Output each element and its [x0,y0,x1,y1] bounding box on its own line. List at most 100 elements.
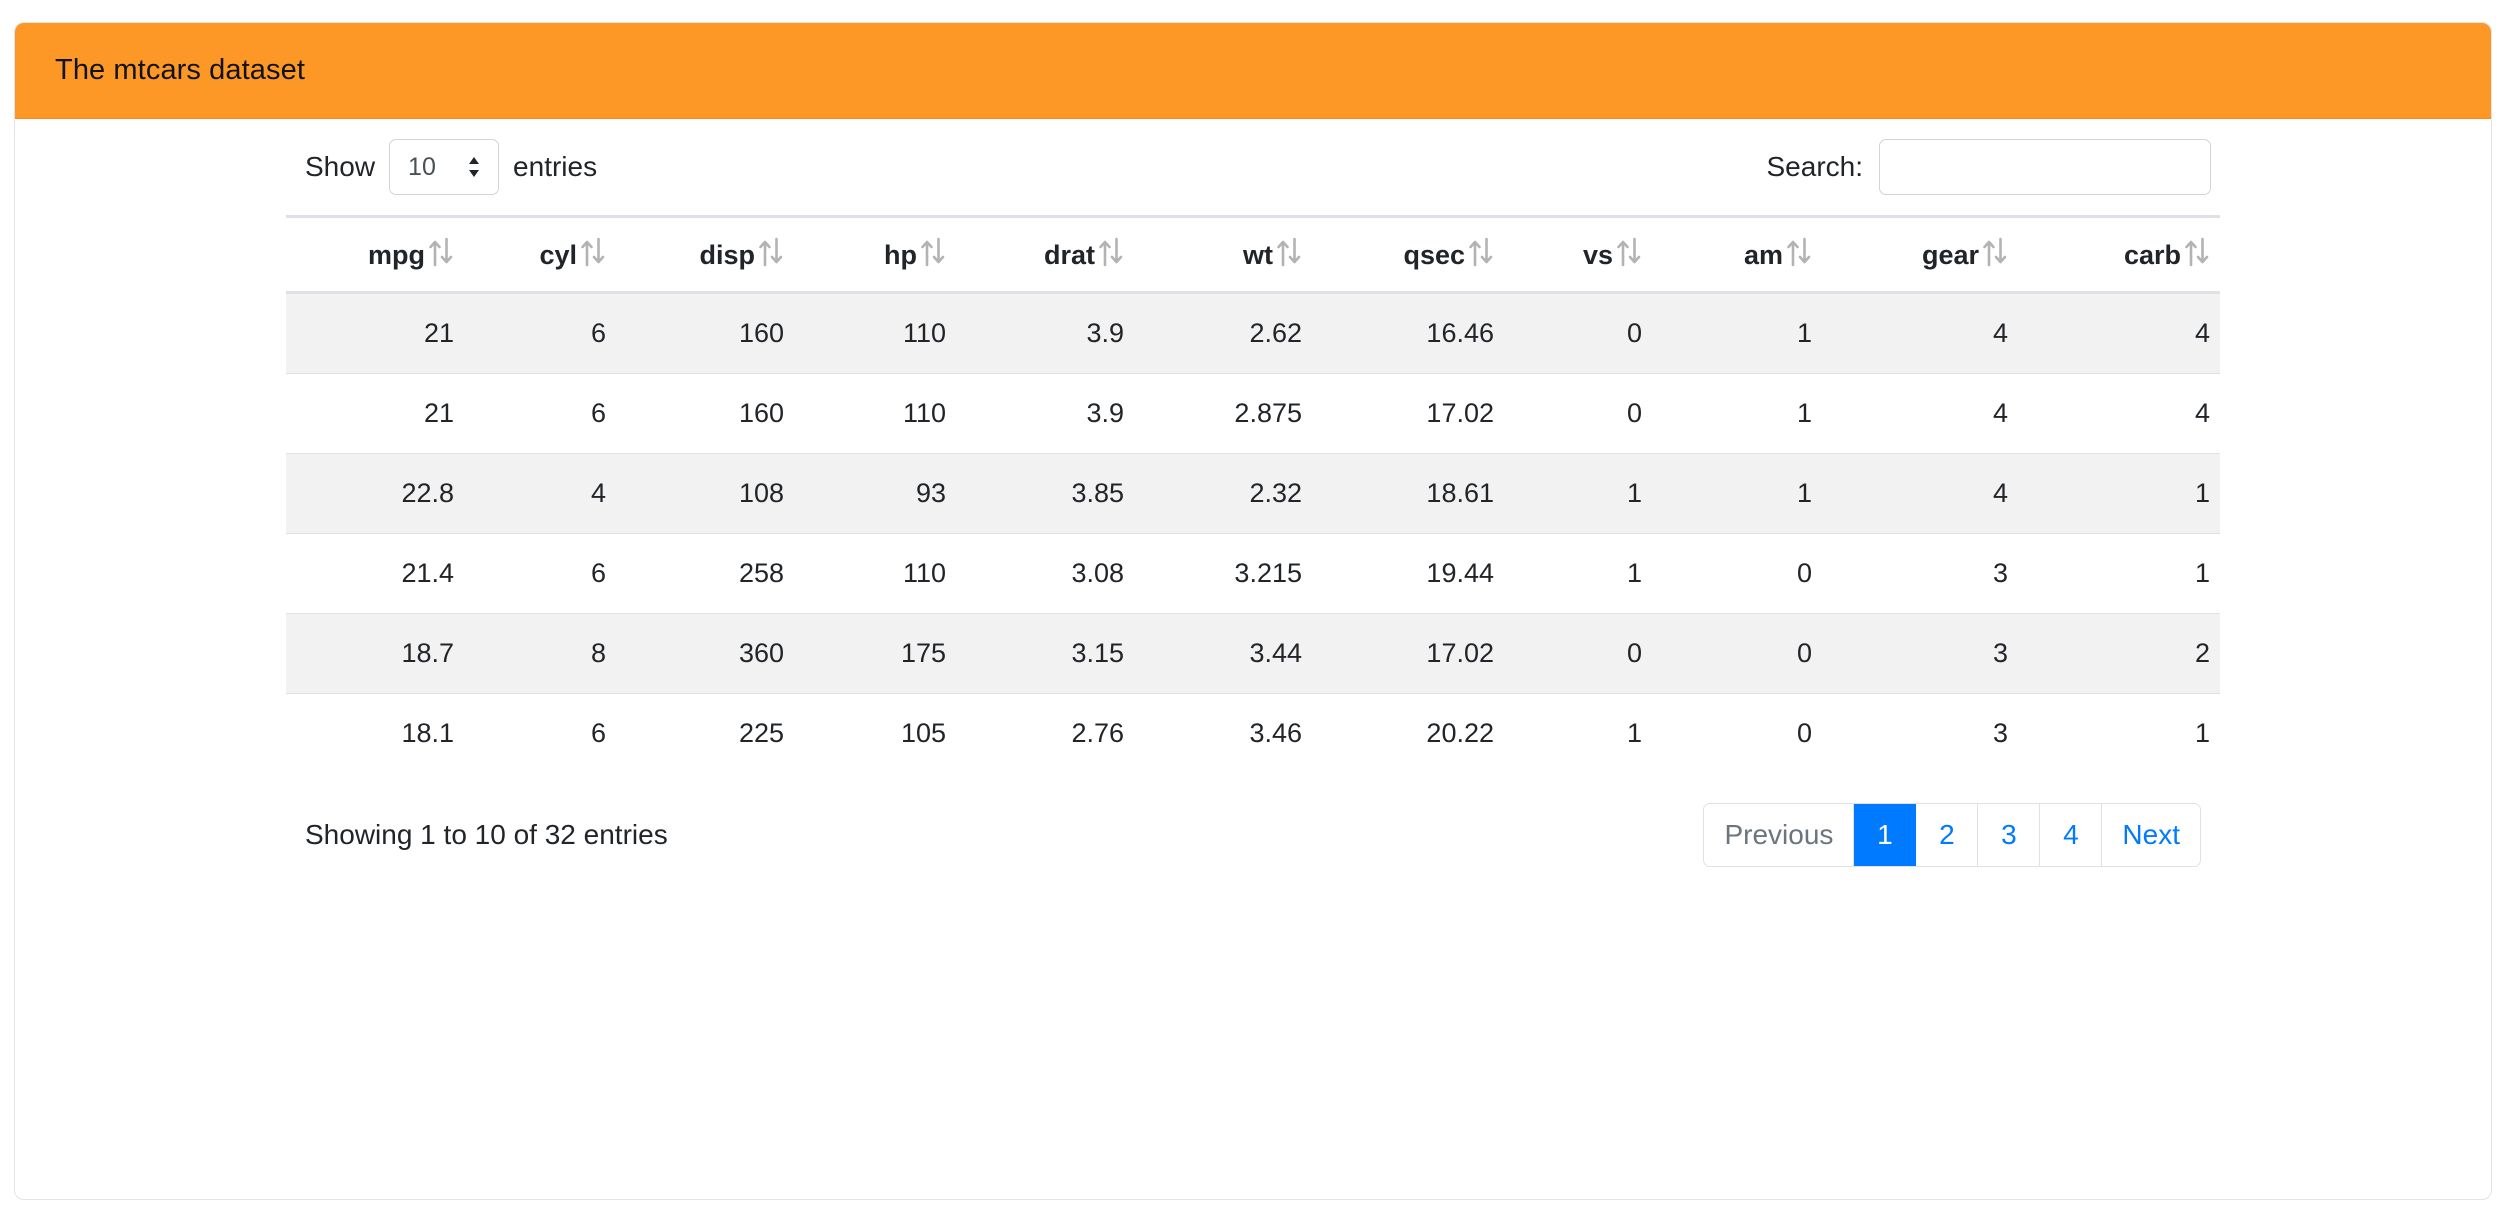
cell-qsec: 17.02 [1312,373,1504,454]
column-label: hp [884,240,917,270]
table-row[interactable]: 22.8 4 108 93 3.85 2.32 18.61 1 1 4 1 [286,453,2220,534]
table-row[interactable]: 21 6 160 110 3.9 2.62 16.46 0 1 4 4 [286,292,2220,374]
column-header-vs[interactable]: vs [1504,215,1652,294]
pagination-next[interactable]: Next [2102,804,2200,866]
column-label: disp [699,240,755,270]
column-header-drat[interactable]: drat [956,215,1134,294]
cell-qsec: 20.22 [1312,693,1504,773]
search-label: Search: [1766,151,1864,182]
table-row[interactable]: 18.7 8 360 175 3.15 3.44 17.02 0 0 3 2 [286,613,2220,694]
pagination-previous[interactable]: Previous [1704,804,1855,866]
table-row[interactable]: 18.1 6 225 105 2.76 3.46 20.22 1 0 3 1 [286,693,2220,773]
search-input[interactable] [1879,139,2211,195]
cell-drat: 3.15 [956,613,1134,694]
cell-vs: 0 [1504,292,1652,374]
datatable-footer: Showing 1 to 10 of 32 entries Previous 1… [53,773,2453,867]
cell-vs: 1 [1504,533,1652,614]
entries-info: Showing 1 to 10 of 32 entries [305,819,668,850]
cell-mpg: 18.7 [286,613,464,694]
cell-hp: 110 [794,292,956,374]
cell-wt: 2.32 [1134,453,1312,534]
card-body: Show 10 entries Search: mpg cyl disp hp … [15,119,2491,867]
cell-mpg: 22.8 [286,453,464,534]
show-label: Show [305,151,376,182]
cell-wt: 3.215 [1134,533,1312,614]
sort-updown-icon [920,237,946,267]
column-header-qsec[interactable]: qsec [1312,215,1504,294]
cell-wt: 3.46 [1134,693,1312,773]
page-title: The mtcars dataset [55,54,306,86]
pagination-page-3[interactable]: 3 [1978,804,2041,866]
column-label: carb [2123,240,2181,270]
cell-qsec: 16.46 [1312,292,1504,374]
card-header: The mtcars dataset [15,23,2491,119]
cell-cyl: 6 [464,373,616,454]
cell-disp: 360 [616,613,794,694]
cell-carb: 1 [2018,693,2220,773]
cell-am: 0 [1652,693,1822,773]
cell-qsec: 19.44 [1312,533,1504,614]
cell-vs: 1 [1504,693,1652,773]
pagination-page-1[interactable]: 1 [1854,804,1917,866]
datatable-controls: Show 10 entries Search: [53,119,2453,215]
column-label: wt [1243,240,1273,270]
dataset-card: The mtcars dataset Show 10 entries Searc… [14,22,2492,1200]
cell-gear: 3 [1822,693,2018,773]
cell-carb: 4 [2018,373,2220,454]
table-body: 21 6 160 110 3.9 2.62 16.46 0 1 4 4 21 6… [286,292,2220,773]
column-label: cyl [539,240,577,270]
page-length-value: 10 [408,152,436,181]
cell-gear: 4 [1822,453,2018,534]
column-header-disp[interactable]: disp [616,215,794,294]
sort-updown-icon [1616,237,1642,267]
column-header-wt[interactable]: wt [1134,215,1312,294]
column-label: vs [1582,240,1613,270]
sort-updown-icon [580,237,606,267]
cell-disp: 160 [616,292,794,374]
entries-label: entries [513,151,598,182]
page-length-select[interactable]: 10 [389,139,500,195]
cell-gear: 4 [1822,373,2018,454]
cell-gear: 3 [1822,533,2018,614]
pagination: Previous 1 2 3 4 Next [1703,803,2201,867]
column-header-am[interactable]: am [1652,215,1822,294]
sort-updown-icon [428,237,454,267]
cell-am: 1 [1652,453,1822,534]
column-label: am [1743,240,1783,270]
column-header-mpg[interactable]: mpg [286,215,464,294]
cell-qsec: 17.02 [1312,613,1504,694]
table-row[interactable]: 21.4 6 258 110 3.08 3.215 19.44 1 0 3 1 [286,533,2220,614]
cell-hp: 105 [794,693,956,773]
cell-am: 0 [1652,613,1822,694]
column-label: qsec [1403,240,1465,270]
cell-hp: 110 [794,533,956,614]
sort-updown-icon [1098,237,1124,267]
table-header-row: mpg cyl disp hp drat wt qsec vs am gear … [286,215,2220,294]
cell-cyl: 6 [464,533,616,614]
search-control: Search: [1766,139,2211,195]
chevron-updown-icon [466,153,482,181]
cell-drat: 3.9 [956,373,1134,454]
cell-mpg: 21.4 [286,533,464,614]
column-header-gear[interactable]: gear [1822,215,2018,294]
pagination-page-4[interactable]: 4 [2040,804,2103,866]
cell-drat: 3.85 [956,453,1134,534]
pagination-page-2[interactable]: 2 [1916,804,1979,866]
sort-updown-icon [758,237,784,267]
cell-am: 1 [1652,292,1822,374]
column-header-carb[interactable]: carb [2018,215,2220,294]
sort-updown-icon [1786,237,1812,267]
cell-carb: 2 [2018,613,2220,694]
mtcars-table: mpg cyl disp hp drat wt qsec vs am gear … [286,215,2220,773]
cell-drat: 3.9 [956,292,1134,374]
cell-mpg: 21 [286,292,464,374]
cell-cyl: 8 [464,613,616,694]
cell-carb: 1 [2018,533,2220,614]
column-header-cyl[interactable]: cyl [464,215,616,294]
table-row[interactable]: 21 6 160 110 3.9 2.875 17.02 0 1 4 4 [286,373,2220,454]
cell-am: 0 [1652,533,1822,614]
column-header-hp[interactable]: hp [794,215,956,294]
cell-wt: 2.875 [1134,373,1312,454]
sort-updown-icon [1276,237,1302,267]
cell-cyl: 6 [464,693,616,773]
